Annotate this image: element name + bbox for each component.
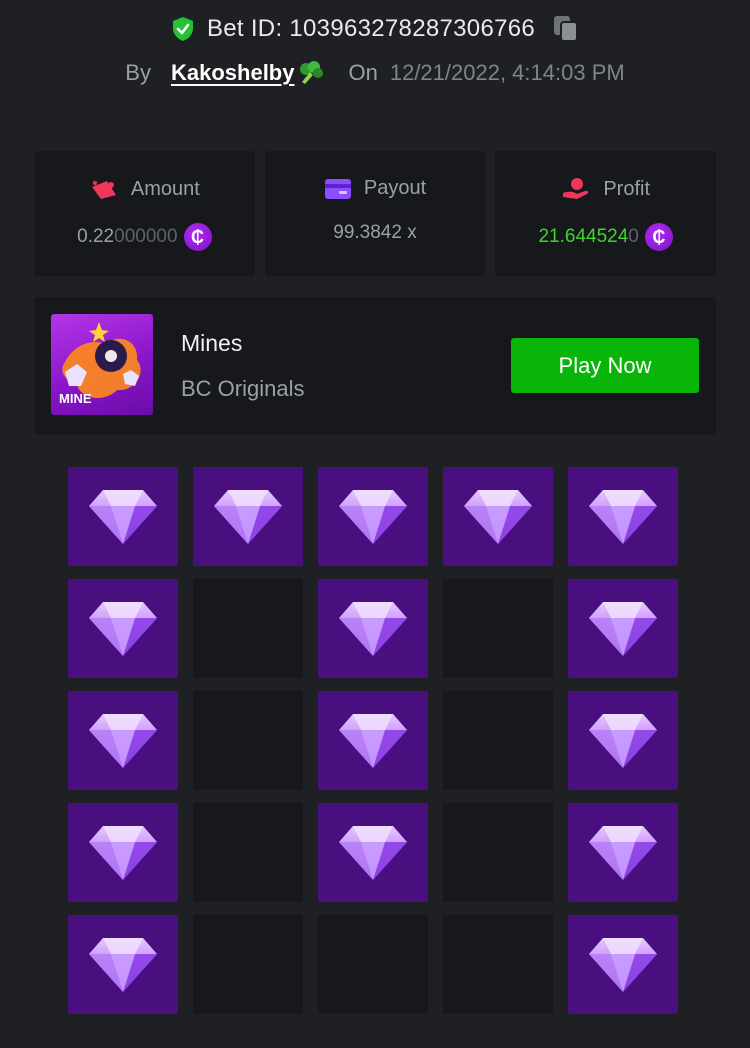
mine-tile-gem [443, 467, 553, 566]
bet-datetime: 12/21/2022, 4:14:03 PM [389, 60, 625, 85]
diamond-icon [214, 489, 282, 544]
amount-label: Amount [130, 177, 200, 200]
profit-card: Profit 21.6445240 ₵ [495, 151, 717, 276]
mine-tile-gem [318, 691, 428, 790]
mine-tile-gem [68, 467, 178, 566]
bet-id: Bet ID: 103963278287306766 [206, 15, 536, 42]
username-text: Kakoshelby [170, 60, 295, 85]
bet-stats: Amount 0.22000000 ₵ Payout 99.3842 x Pro… [34, 151, 717, 276]
broccoli-icon [300, 61, 324, 84]
diamond-icon [589, 601, 657, 656]
diamond-icon [339, 825, 407, 880]
mine-tile-gem [568, 803, 678, 902]
diamond-icon [589, 489, 657, 544]
author-row: By Kakoshelby On 12/21/2022, 4:14:03 PM [0, 56, 750, 90]
diamond-icon [339, 489, 407, 544]
diamond-icon [89, 601, 157, 656]
mine-tile-gem [318, 803, 428, 902]
diamond-icon [464, 489, 532, 544]
game-thumbnail[interactable]: MINE [51, 314, 153, 415]
mine-tile-gem [318, 467, 428, 566]
mine-tile-gem [318, 579, 428, 678]
profit-value: 21.6445240 [538, 226, 639, 247]
wallet-icon [91, 180, 116, 199]
mine-tile-gem [68, 803, 178, 902]
by-label: By [125, 60, 151, 85]
diamond-icon [339, 601, 407, 656]
diamond-icon [89, 937, 157, 992]
mine-tile-empty [193, 915, 303, 1014]
mine-tile-empty [443, 691, 553, 790]
mines-grid [68, 467, 678, 1014]
game-provider: BC Originals [181, 376, 305, 401]
on-label: On [348, 60, 378, 85]
copy-icon[interactable] [553, 15, 579, 43]
play-now-button[interactable]: Play Now [511, 338, 699, 393]
mine-tile-empty [193, 803, 303, 902]
diamond-icon [589, 713, 657, 768]
mine-tile-empty [193, 579, 303, 678]
shield-check-icon [172, 17, 193, 41]
payout-card: Payout 99.3842 x [264, 151, 486, 276]
diamond-icon [339, 713, 407, 768]
game-thumb-label: MINE [59, 391, 92, 406]
diamond-icon [89, 489, 157, 544]
mine-tile-empty [443, 915, 553, 1014]
payout-value: 99.3842 x [333, 222, 417, 243]
mine-tile-gem [68, 579, 178, 678]
payout-label: Payout [363, 177, 427, 199]
mine-tile-gem [568, 691, 678, 790]
username-link[interactable]: Kakoshelby [171, 60, 327, 86]
mine-tile-gem [193, 467, 303, 566]
profit-label: Profit [603, 177, 651, 200]
diamond-icon [89, 713, 157, 768]
coin-icon: ₵ [644, 223, 673, 251]
mine-tile-empty [443, 579, 553, 678]
mine-tile-gem [568, 579, 678, 678]
game-card: MINE Mines BC Originals Play Now [34, 297, 716, 434]
amount-card: Amount 0.22000000 ₵ [34, 151, 255, 276]
game-title: Mines [181, 330, 243, 356]
bet-id-row: Bet ID: 103963278287306766 [0, 12, 750, 46]
diamond-icon [589, 937, 657, 992]
mine-tile-empty [443, 803, 553, 902]
diamond-icon [589, 825, 657, 880]
mine-tile-gem [568, 467, 678, 566]
mine-tile-gem [68, 691, 178, 790]
mine-tile-gem [568, 915, 678, 1014]
amount-value: 0.22000000 [77, 226, 178, 247]
diamond-icon [89, 825, 157, 880]
hand-coin-icon [563, 178, 589, 199]
mine-tile-gem [68, 915, 178, 1014]
mine-tile-empty [193, 691, 303, 790]
card-icon [324, 178, 351, 199]
mine-tile-empty [318, 915, 428, 1014]
coin-icon: ₵ [183, 223, 212, 251]
